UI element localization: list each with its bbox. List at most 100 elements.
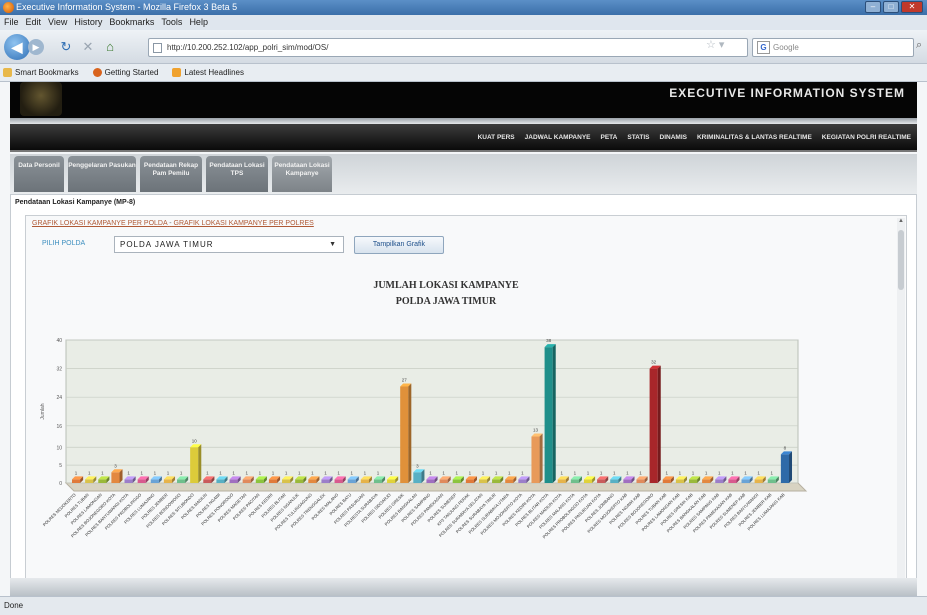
polda-select[interactable]: POLDA JAWA TIMUR ▼ [114,236,344,253]
bar [649,368,658,483]
bar [334,479,343,483]
nav-statis[interactable]: STATIS [627,134,649,141]
folder-icon [3,68,12,77]
nav-jadwal-kampanye[interactable]: JADWAL KAMPANYE [525,134,591,141]
bar [177,479,186,483]
menu-bookmarks[interactable]: Bookmarks [109,15,154,30]
nav-kuat-pers[interactable]: KUAT PERS [478,134,515,141]
navigation-toolbar: ◀ ▶ ↻ ✕ ⌂ http://10.200.252.102/app_polr… [0,30,927,64]
bar [636,479,645,483]
filter-label: PILIH POLDA [42,240,86,247]
y-tick-label: 24 [56,395,62,401]
panel-scrollbar[interactable]: ▲ ▼ [897,218,905,590]
bar [688,479,698,483]
nav-dinamis[interactable]: DINAMIS [660,134,687,141]
bar [452,479,461,483]
bar [478,479,488,483]
bookmark-smart[interactable]: Smart Bookmarks [3,64,79,81]
tab-rekap-pam-pemilu[interactable]: Pendataan Rekap Pam Pemilu [140,156,202,192]
minimize-button[interactable]: – [865,1,881,13]
menu-help[interactable]: Help [189,15,208,30]
data-label: 32 [651,360,657,365]
chart-panel: GRAFIK LOKASI KAMPANYE PER POLDA - GRAFI… [25,215,907,593]
address-bar[interactable]: http://10.200.252.102/app_polri_sim/mod/… [148,38,748,57]
window-controls: – □ ✕ [865,1,923,13]
bar [610,479,619,483]
bar [282,479,291,483]
bar [570,479,579,483]
y-tick-label: 32 [56,367,62,373]
google-icon: G [757,41,770,54]
chart-title: JUMLAH LOKASI KAMPANYE [373,280,519,291]
bookmark-getting-started[interactable]: Getting Started [92,64,158,81]
bar [216,479,225,483]
bar [741,479,750,483]
bookmark-star-icon[interactable]: ☆ ▾ [706,38,724,51]
window-title: Executive Information System - Mozilla F… [16,2,238,12]
bar [583,479,593,483]
web-page: EXECUTIVE INFORMATION SYSTEM KUAT PERS J… [0,82,927,596]
bar [98,479,107,483]
bar [321,479,330,483]
bar [124,479,133,483]
bar [85,479,94,483]
scroll-thumb[interactable] [898,230,904,290]
bar [295,479,304,483]
forward-button[interactable]: ▶ [28,39,44,55]
bar [531,436,540,483]
back-button[interactable]: ◀ [4,34,30,60]
bar [413,472,422,483]
chart-links: GRAFIK LOKASI KAMPANYE PER POLDA - GRAFI… [32,220,314,227]
menu-edit[interactable]: Edit [26,15,42,30]
bar [518,479,527,483]
nav-kriminalitas-lantas[interactable]: KRIMINALITAS & LANTAS REALTIME [697,134,812,141]
search-input[interactable]: G Google [752,38,914,57]
bar [72,479,81,483]
nav-peta[interactable]: PETA [601,134,618,141]
bar [308,479,317,483]
bar [780,454,790,483]
scroll-up-icon[interactable]: ▲ [898,218,904,224]
status-text: Done [4,601,24,610]
bar [702,479,711,483]
firefox-icon [3,2,14,13]
menu-view[interactable]: View [48,15,67,30]
stop-icon[interactable]: ✕ [80,39,96,55]
section-title: Pendataan Lokasi Kampanye (MP-8) [15,199,136,206]
tab-data-personil[interactable]: Data Personil [14,156,64,192]
bookmark-latest-headlines[interactable]: Latest Headlines [172,64,244,81]
y-tick-label: 10 [56,445,62,451]
bar [465,479,474,483]
bar [255,479,264,483]
menu-history[interactable]: History [74,15,102,30]
bar [662,479,671,483]
bar [163,479,173,483]
search-icon[interactable]: ⌕ [916,39,922,52]
bar [675,479,684,483]
site-title: EXECUTIVE INFORMATION SYSTEM [669,86,905,100]
y-axis-label: Jumlah [40,403,46,419]
tab-lokasi-kampanye[interactable]: Pendataan Lokasi Kampanye [272,156,332,192]
status-bar: Done [0,596,927,615]
data-label: 38 [546,338,552,343]
reload-icon[interactable]: ↻ [58,39,74,55]
chart-subtitle: POLDA JAWA TIMUR [396,296,497,307]
tab-lokasi-tps[interactable]: Pendataan Lokasi TPS [206,156,268,192]
content-panel: Pendataan Lokasi Kampanye (MP-8) GRAFIK … [10,194,917,596]
nav-kegiatan-polri[interactable]: KEGIATAN POLRI REALTIME [822,134,911,141]
show-chart-button[interactable]: Tampilkan Grafik [354,236,444,254]
close-button[interactable]: ✕ [901,1,923,13]
menu-file[interactable]: File [4,15,19,30]
home-icon[interactable]: ⌂ [102,39,118,55]
y-tick-label: 5 [59,463,62,469]
tab-penggelaran-pasukan[interactable]: Penggelaran Pasukan [68,156,136,192]
bar [190,447,199,483]
polri-emblem-logo [20,82,62,116]
maximize-button[interactable]: □ [883,1,899,13]
bar-side [789,451,793,483]
menu-tools[interactable]: Tools [161,15,182,30]
link-per-polres[interactable]: GRAFIK LOKASI KAMPANYE PER POLRES [174,220,314,227]
bar [111,472,120,483]
link-per-polda[interactable]: GRAFIK LOKASI KAMPANYE PER POLDA [32,220,167,227]
bar [426,479,435,483]
